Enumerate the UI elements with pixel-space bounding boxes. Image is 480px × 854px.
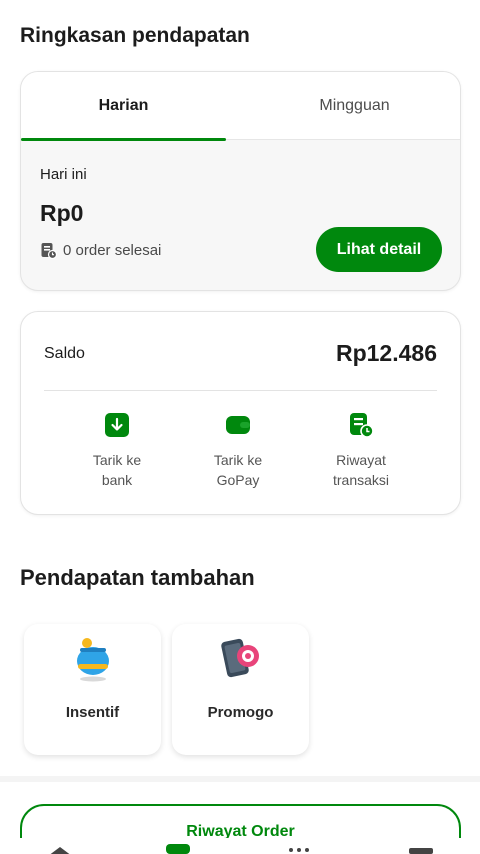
tab-weekly-label: Mingguan [319, 97, 390, 114]
tab-active-indicator [21, 138, 226, 141]
history-icon [350, 413, 374, 438]
wallet-icon [226, 416, 250, 434]
section-separator [0, 776, 480, 782]
promogo-card[interactable]: Promogo [172, 624, 309, 755]
tab-daily-label: Harian [98, 97, 149, 114]
summary-title: Ringkasan pendapatan [20, 24, 250, 47]
extra-earnings-title: Pendapatan tambahan [20, 565, 255, 590]
download-icon [105, 413, 129, 437]
period-tabs: Harian Mingguan [21, 72, 460, 141]
bottom-navigation [0, 838, 480, 854]
menu-nav-icon[interactable] [409, 848, 433, 854]
orders-completed-row: 0 order selesai [40, 242, 161, 259]
home-icon[interactable] [47, 846, 73, 854]
incentive-card[interactable]: Insentif [24, 624, 161, 755]
orders-completed-text: 0 order selesai [63, 242, 162, 259]
balance-card: Saldo Rp12.486 Tarik ke bank Tarik ke Go… [20, 311, 461, 515]
receipt-icon [41, 243, 57, 259]
transaction-history-label-1: Riwayat [336, 452, 386, 468]
tab-daily[interactable]: Harian [21, 72, 226, 141]
withdraw-to-gopay-button[interactable]: Tarik ke GoPay [188, 412, 288, 490]
withdraw-bank-label-1: Tarik ke [92, 452, 142, 468]
withdraw-to-bank-button[interactable]: Tarik ke bank [67, 412, 167, 490]
activity-nav-icon[interactable] [287, 846, 311, 854]
today-earnings-value: Rp0 [40, 200, 84, 226]
transaction-history-button[interactable]: Riwayat transaksi [311, 412, 411, 490]
transaction-history-label-2: transaksi [332, 472, 390, 488]
incentive-label: Insentif [65, 704, 120, 721]
phone-promo-icon [221, 638, 259, 678]
see-detail-button[interactable]: Lihat detail [316, 227, 442, 272]
withdraw-gopay-label-2: GoPay [216, 472, 260, 488]
divider [44, 390, 437, 391]
withdraw-gopay-label-1: Tarik ke [213, 452, 263, 468]
piggy-bank-icon [77, 638, 109, 682]
earnings-summary-card: Harian Mingguan Hari ini Rp0 0 order sel… [20, 71, 461, 291]
today-label: Hari ini [40, 166, 87, 183]
balance-label: Saldo [44, 345, 85, 362]
balance-value: Rp12.486 [335, 340, 437, 366]
withdraw-bank-label-2: bank [101, 472, 133, 488]
wallet-nav-icon[interactable] [166, 844, 190, 854]
promogo-label: Promogo [207, 704, 274, 721]
tab-weekly[interactable]: Mingguan [247, 72, 460, 140]
